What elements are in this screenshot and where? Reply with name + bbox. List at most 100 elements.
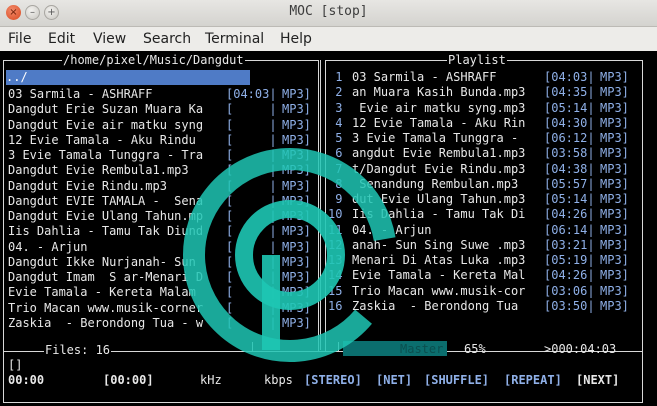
playlist-format: MP3] [600,192,629,206]
playlist-title: angdut Evie Rembula1.mp3 [352,146,526,161]
playlist-format: MP3] [600,161,629,176]
net-flag: [NET] [376,373,413,387]
playlist-format: MP3] [600,115,629,130]
playlist-title: Senandung Rembulan.mp3 [352,176,519,191]
playlist-time: [03:21| [544,237,595,252]
playlist-number: 2 [328,85,343,100]
progress-line [252,351,338,352]
playlist-format: MP3] [600,146,629,161]
playlist-time: [03:58| [544,146,595,161]
playlist-item[interactable]: 1 03 Sarmila - ASHRAFF [04:03| MP3] [0,70,657,85]
khz-label: kHz [200,373,222,387]
playlist-format: MP3] [600,207,629,222]
playlist-title: 12 Evie Tamala - Aku Rin [352,115,526,130]
playlist-number: 15 [328,283,343,298]
playlist-format: MP3] [600,268,629,283]
playlist-format: MP3] [600,283,629,298]
playlist-time: [05:57| [544,176,595,191]
playlist-format: MP3] [600,253,629,267]
playlist-item[interactable]: 10 Iis Dahlia - Tamu Tak Di [04:26| MP3] [0,207,657,222]
playlist-item[interactable]: 7 t/Dangdut Evie Rindu.mp3 [04:38| MP3] [0,162,657,177]
playlist-item[interactable]: 11 04. - Arjun [06:14| MP3] [0,223,657,238]
files-count: Files: 16 [44,343,112,359]
playlist-format: MP3] [600,237,629,252]
playlist-time: [05:19| [544,253,595,267]
playlist-item[interactable]: 3 Evie air matku syng.mp3 [05:14| MP3] [0,101,657,116]
shuffle-flag[interactable]: [SHUFFLE] [424,373,489,388]
playlist-title: Trio Macan www.musik-cor [352,283,526,298]
playlist-number: 13 [328,253,343,267]
playlist-format: MP3] [600,222,629,237]
playlist-format: MP3] [600,70,629,84]
progress-right-cap [338,342,339,352]
menu-edit[interactable]: Edit [48,31,75,47]
playlist-title: an Muara Kasih Bunda.mp3 [352,85,526,100]
playlist-time: [05:14| [544,192,595,206]
playlist-item[interactable]: 16 Zaskia - Berondong Tua [03:50| MP3] [0,299,657,314]
playlist-format: MP3] [600,298,629,313]
playlist-time: [04:26| [544,268,595,283]
total-play-time: >000:04:03 [544,342,617,356]
playlist-time: [03:06| [544,283,595,298]
current-directory-path: /home/pixel/Music/Dangdut [62,53,245,69]
playlist-title: t/Dangdut Evie Rindu.mp3 [352,161,526,176]
playlist-item[interactable]: 9 dut Evie Ulang Tahun.mp3 [05:14| MP3] [0,192,657,207]
playlist-time: [06:12| [544,131,595,145]
menu-file[interactable]: File [8,31,31,47]
playlist-time: [04:30| [544,115,595,130]
playlist-number: 11 [328,222,343,237]
playlist-time: [04:03| [544,70,595,84]
playlist-time: [04:35| [544,85,595,100]
menu-help[interactable]: Help [280,31,312,47]
playlist-format: MP3] [600,100,629,115]
total-time-field: [00:00] [103,373,154,387]
playlist-title: Iis Dahlia - Tamu Tak Di [352,207,526,222]
menu-view[interactable]: View [93,31,126,47]
playlist-title: Evie Tamala - Kereta Mal [352,268,526,283]
master-label: Master [400,342,444,356]
stereo-flag: [STEREO] [304,373,362,387]
playlist-time: [04:38| [544,161,595,176]
window-titlebar: × – + MOC [stop] [0,0,657,27]
terminal[interactable]: /home/pixel/Music/Dangdut Playlist Files… [0,52,657,406]
playlist-title: dut Evie Ulang Tahun.mp3 [352,192,526,206]
playlist-number: 12 [328,237,343,252]
playlist-item[interactable]: 13 Menari Di Atas Luka .mp3 [05:19| MP3] [0,253,657,268]
playlist-number: 16 [328,298,343,313]
progress-left-cap [252,342,253,352]
playlist-time: [06:14| [544,222,595,237]
playlist-number: 1 [328,70,343,84]
playlist-item[interactable]: 15 Trio Macan www.musik-cor [03:06| MP3] [0,284,657,299]
playlist-format: MP3] [600,131,629,145]
playlist-number: 8 [328,176,343,191]
playlist-time: [03:50| [544,298,595,313]
playlist-item[interactable]: 4 12 Evie Tamala - Aku Rin [04:30| MP3] [0,116,657,131]
playlist-number: 9 [328,192,343,206]
menu-search[interactable]: Search [143,31,191,47]
playlist-title: 04. - Arjun [352,222,526,237]
playlist-time: [05:14| [544,100,595,115]
playlist-number: 5 [328,131,343,145]
playlist-header: Playlist [447,53,507,69]
playlist-item[interactable]: 6 angdut Evie Rembula1.mp3 [03:58| MP3] [0,146,657,161]
menubar: File Edit View Search Terminal Help [0,27,657,51]
playlist-number: 4 [328,115,343,130]
next-flag[interactable]: [NEXT] [576,373,619,388]
file-time: [ | [226,315,277,330]
playlist-time: [04:26| [544,207,595,222]
playlist-item[interactable]: 14 Evie Tamala - Kereta Mal [04:26| MP3] [0,268,657,283]
playlist-item[interactable]: 8 Senandung Rembulan.mp3 [05:57| MP3] [0,177,657,192]
playlist-item[interactable]: 2 an Muara Kasih Bunda.mp3 [04:35| MP3] [0,85,657,100]
playlist-number: 3 [328,100,343,115]
playlist-title: 3 Evie Tamala Tunggra - [352,131,526,145]
playlist-item[interactable]: 5 3 Evie Tamala Tunggra - [06:12| MP3] [0,131,657,146]
repeat-flag[interactable]: [REPEAT] [504,373,562,388]
playlist-format: MP3] [600,85,629,100]
playlist-title: Menari Di Atas Luka .mp3 [352,253,526,267]
file-format: MP3] [282,315,311,330]
kbps-label: kbps [264,373,293,387]
playlist-number: 7 [328,161,343,176]
menu-terminal[interactable]: Terminal [205,31,264,47]
playlist-item[interactable]: 12 anah- Sun Sing Suwe .mp3 [03:21| MP3] [0,238,657,253]
file-list-item[interactable]: Zaskia - Berondong Tua - w [ | MP3] [0,316,657,331]
